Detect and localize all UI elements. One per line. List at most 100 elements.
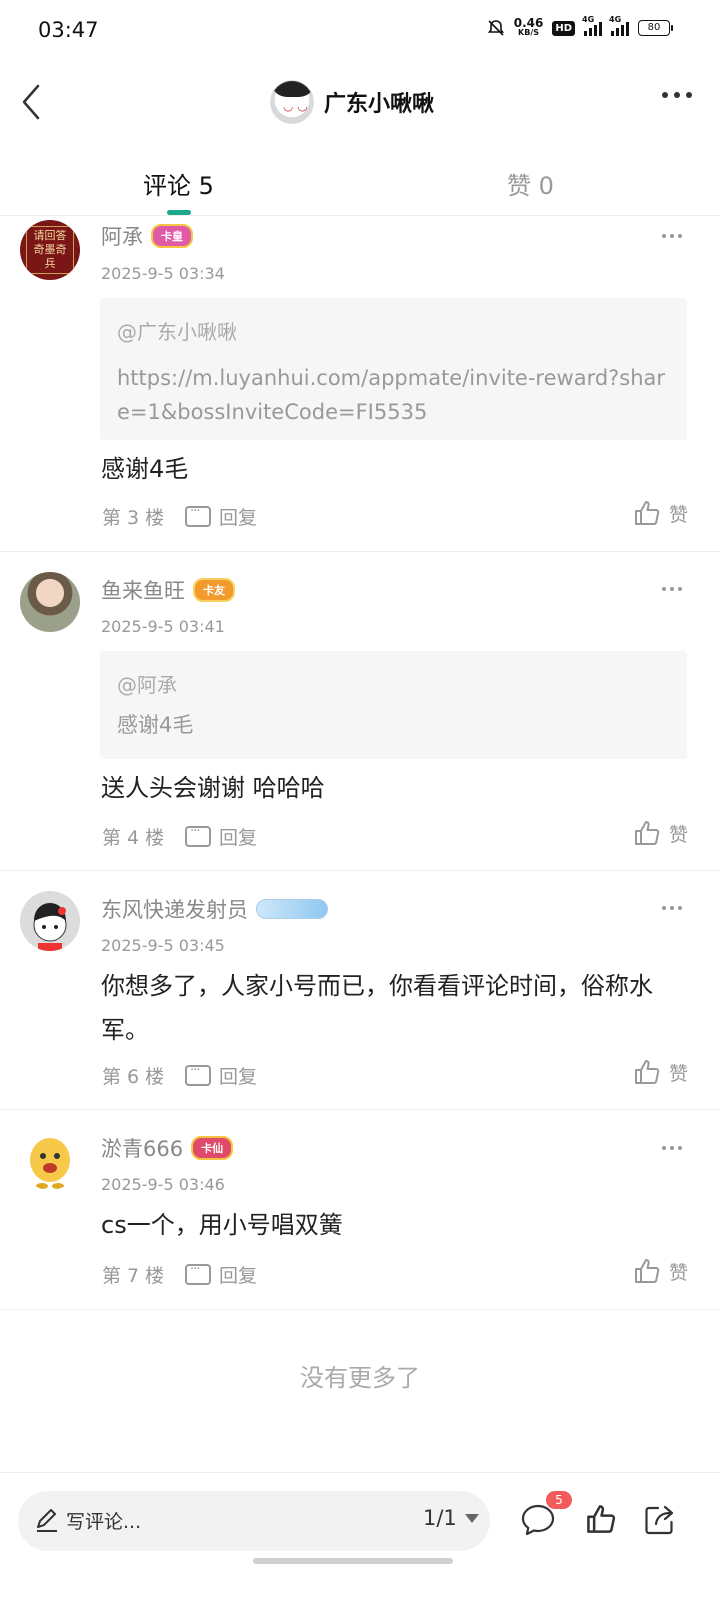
avatar[interactable] — [20, 1130, 80, 1190]
bell-muted-icon — [487, 20, 504, 36]
like-label: 赞 — [668, 1261, 688, 1284]
reply-icon — [185, 1262, 211, 1285]
more-options-button[interactable] — [662, 92, 692, 98]
timestamp: 2025-9-5 03:34 — [101, 264, 225, 283]
tab-likes[interactable]: 赞 0 — [507, 166, 554, 201]
divider — [0, 1309, 720, 1310]
comment-more-button[interactable] — [662, 1146, 682, 1150]
username-row: 淤青666 卡仙 — [101, 1133, 234, 1163]
floor-number: 第 4 楼 — [102, 827, 165, 849]
username[interactable]: 淤青666 — [101, 1133, 183, 1163]
signal-icon-2: 4G — [609, 15, 629, 36]
avatar[interactable] — [20, 572, 80, 632]
bottom-bar: 写评论... 1/1 5 — [0, 1472, 720, 1600]
floor-number: 第 3 楼 — [102, 507, 165, 529]
post-author[interactable]: ◡ ◡ 广东小啾啾 — [270, 80, 434, 124]
dropdown-triangle-icon — [464, 1513, 479, 1523]
comment-body: 感谢4毛 — [101, 455, 189, 483]
username-row: 鱼来鱼旺 卡友 — [101, 575, 235, 605]
comment-placeholder: 写评论... — [66, 1511, 142, 1533]
tab-bar: 评论 5 赞 0 — [0, 150, 720, 216]
author-avatar[interactable]: ◡ ◡ — [270, 80, 314, 124]
reply-icon — [185, 824, 211, 847]
timestamp: 2025-9-5 03:45 — [101, 936, 225, 955]
reply-label: 回复 — [219, 827, 258, 849]
hd-badge: HD — [552, 20, 575, 36]
status-bar: 03:47 0.46 KB/S HD 4G 4G 80 — [0, 0, 720, 62]
signal-label-2: 4G — [609, 15, 622, 24]
username-row: 东风快递发射员 — [101, 894, 328, 924]
reply-button[interactable]: 回复 — [185, 1062, 257, 1089]
signal-icon: 4G — [582, 15, 602, 36]
like-label: 赞 — [668, 823, 688, 846]
reply-button[interactable]: 回复 — [185, 823, 257, 850]
level-badge: 卡皇 — [151, 224, 193, 248]
username[interactable]: 鱼来鱼旺 — [101, 575, 185, 605]
reply-button[interactable]: 回复 — [185, 503, 257, 530]
level-badge: 卡仙 — [191, 1136, 234, 1160]
quote-author: @广东小啾啾 — [117, 320, 237, 344]
home-indicator[interactable] — [253, 1558, 453, 1564]
like-label: 赞 — [668, 503, 688, 526]
tab-comments[interactable]: 评论 5 — [143, 166, 214, 201]
share-icon[interactable] — [643, 1503, 677, 1537]
net-speed-value: 0.46 — [513, 16, 544, 30]
reply-label: 回复 — [219, 1066, 258, 1088]
comment-count-badge: 5 — [546, 1491, 572, 1509]
net-speed-unit: KB/S — [518, 28, 540, 37]
quote-author: @阿承 — [117, 673, 177, 697]
no-more-text: 没有更多了 — [300, 1364, 420, 1392]
comment-item: 鱼来鱼旺 卡友 2025-9-5 03:41 @阿承 感谢4毛 送人头会谢谢 哈… — [0, 553, 720, 871]
reply-icon — [185, 504, 211, 527]
like-button[interactable]: 赞 — [633, 499, 688, 527]
username-row: 阿承 卡皇 — [101, 221, 193, 251]
comment-more-button[interactable] — [662, 906, 682, 910]
reply-label: 回复 — [219, 507, 258, 529]
quote-text[interactable]: https://m.luyanhui.com/appmate/invite-re… — [117, 361, 670, 429]
page-selector[interactable]: 1/1 — [423, 1506, 479, 1530]
comment-body: cs一个，用小号唱双簧 — [101, 1211, 343, 1239]
comment-body: 送人头会谢谢 哈哈哈 — [101, 774, 325, 802]
thumbs-up-icon — [634, 1060, 660, 1084]
avatar[interactable] — [20, 891, 80, 951]
page-title: 广东小啾啾 — [324, 92, 435, 117]
battery-icon: 80 — [638, 20, 673, 36]
username[interactable]: 阿承 — [101, 221, 143, 251]
thumbs-up-icon — [634, 1259, 660, 1283]
comment-item: 请回答 奇墨奇兵 阿承 卡皇 2025-9-5 03:34 @广东小啾啾 htt… — [0, 217, 720, 552]
pen-icon — [37, 1509, 57, 1532]
like-button[interactable]: 赞 — [633, 1058, 688, 1086]
floor-number: 第 6 楼 — [102, 1066, 165, 1088]
like-button[interactable]: 赞 — [633, 819, 688, 847]
quoted-comment[interactable]: @广东小啾啾 https://m.luyanhui.com/appmate/in… — [100, 298, 687, 440]
like-label: 赞 — [668, 1062, 688, 1085]
thumbs-up-icon — [634, 821, 660, 845]
thumbs-up-icon — [634, 501, 660, 525]
nav-bar: ◡ ◡ 广东小啾啾 — [0, 62, 720, 142]
page-number: 1/1 — [423, 1506, 457, 1530]
comment-body: 你想多了，人家小号而已，你看看评论时间，俗称水军。 — [101, 972, 653, 1044]
reply-label: 回复 — [219, 1265, 258, 1287]
thumbs-up-icon[interactable] — [585, 1503, 617, 1535]
comment-input[interactable]: 写评论... 1/1 — [18, 1491, 490, 1551]
status-icons: 0.46 KB/S HD 4G 4G 80 — [487, 15, 673, 38]
comment-more-button[interactable] — [662, 587, 682, 591]
reply-icon — [185, 1063, 211, 1086]
reply-button[interactable]: 回复 — [185, 1261, 257, 1288]
comment-more-button[interactable] — [662, 234, 682, 238]
quoted-comment[interactable]: @阿承 感谢4毛 — [100, 651, 687, 759]
username[interactable]: 东风快递发射员 — [101, 894, 248, 924]
tab-indicator — [167, 210, 191, 215]
cartoon-face-icon — [33, 903, 67, 951]
avatar[interactable]: 请回答 奇墨奇兵 — [20, 220, 80, 280]
net-speed: 0.46 KB/S — [513, 16, 544, 38]
yellow-character-icon — [30, 1138, 70, 1189]
comment-item: 东风快递发射员 2025-9-5 03:45 你想多了，人家小号而已，你看看评论… — [0, 872, 720, 1110]
level-badge — [256, 899, 328, 919]
like-button[interactable]: 赞 — [633, 1257, 688, 1285]
back-icon[interactable] — [12, 80, 56, 124]
signal-label: 4G — [582, 15, 595, 24]
floor-number: 第 7 楼 — [102, 1265, 165, 1287]
quote-text: 感谢4毛 — [117, 713, 194, 737]
level-badge: 卡友 — [193, 578, 235, 602]
